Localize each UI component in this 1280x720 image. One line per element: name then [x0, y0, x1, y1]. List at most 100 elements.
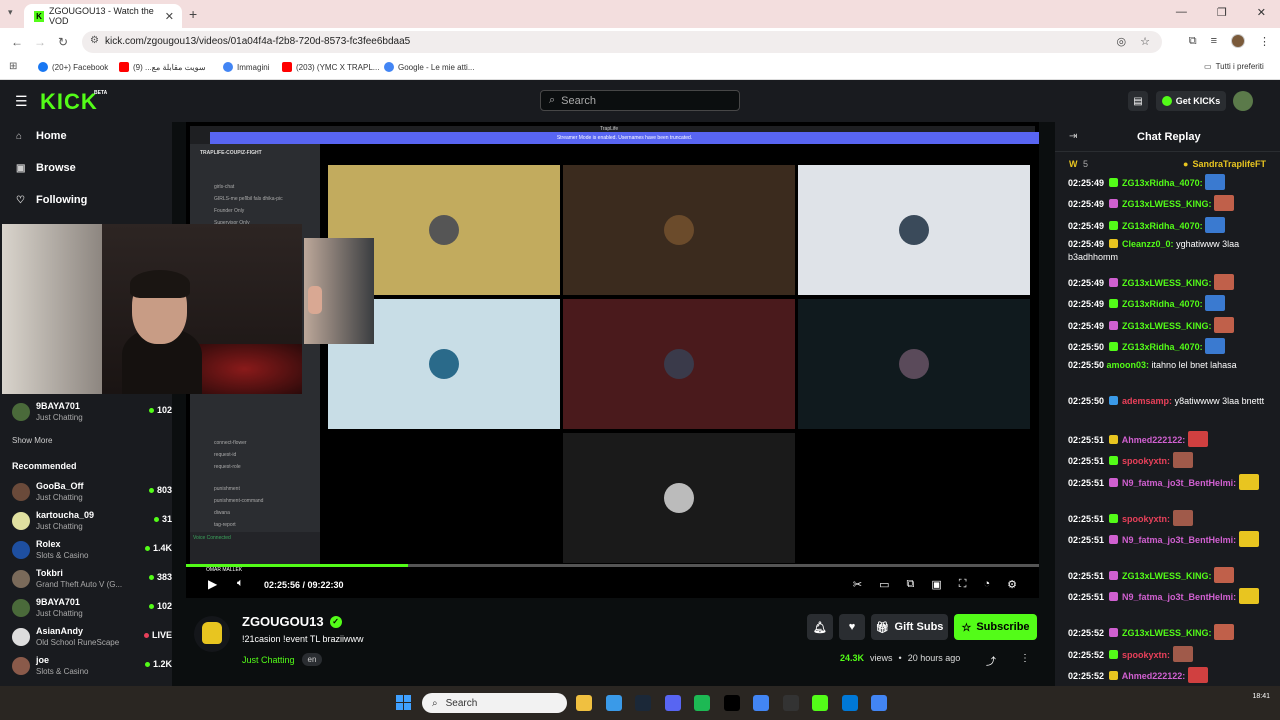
tab-search-icon[interactable]: ▾	[8, 7, 13, 18]
chat-badge-icon	[1108, 571, 1118, 580]
sidebar-channel[interactable]: Tokbri Grand Theft Auto V (G... 383	[12, 567, 172, 593]
close-tab-icon[interactable]: ✕	[165, 10, 174, 23]
chat-emote-icon	[1172, 645, 1193, 662]
chat-username[interactable]: spookyxtn:	[1120, 456, 1173, 466]
participant-video-tile	[798, 433, 1030, 563]
chat-username[interactable]: ademsamp:	[1120, 396, 1175, 406]
taskbar-app-icon[interactable]	[635, 695, 651, 711]
miniplayer-icon[interactable]: ▣	[931, 578, 941, 591]
omnibox[interactable]: ⚙ kick.com/zgougou13/videos/01a04f4a-f2b…	[82, 31, 1162, 53]
minimize-button[interactable]: —	[1176, 6, 1187, 19]
follow-button[interactable]: ♥	[839, 614, 865, 640]
new-tab-button[interactable]: +	[189, 6, 197, 22]
sidebar-channel[interactable]: 9BAYA701 Just Chatting 102	[12, 596, 172, 622]
search-input[interactable]: ⌕ Search	[540, 90, 740, 111]
theater-mode-icon[interactable]: ▭	[879, 578, 889, 591]
chat-username[interactable]: ZG13xLWESS_KING:	[1120, 278, 1215, 288]
taskbar-search[interactable]: ⌕ Search	[422, 693, 567, 713]
bookmark-star-icon[interactable]: ☆	[1140, 35, 1150, 48]
taskbar-app-icon[interactable]	[841, 695, 858, 711]
reload-icon[interactable]: ↻	[58, 35, 68, 49]
pip-icon[interactable]: ⧉	[907, 578, 915, 591]
sidebar-channel[interactable]: kartoucha_09 Just Chatting 31	[12, 509, 172, 535]
chat-username[interactable]: spookyxtn:	[1120, 514, 1173, 524]
windows-start-icon[interactable]	[396, 695, 412, 711]
bookmark-item[interactable]: (20+) Facebook	[38, 62, 108, 72]
show-more-link[interactable]: Show More	[12, 436, 52, 445]
library-icon[interactable]: ▤	[1128, 91, 1148, 111]
nav-following[interactable]: ♡ Following	[16, 194, 87, 206]
bookmark-item[interactable]: Google - Le mie atti...	[384, 62, 474, 72]
chat-username[interactable]: N9_fatma_jo3t_BentHelmi:	[1120, 592, 1239, 602]
taskbar-app-icon[interactable]	[694, 695, 710, 711]
site-info-icon[interactable]: ⚙	[90, 35, 99, 46]
back-icon[interactable]: ←	[11, 35, 23, 49]
chat-username[interactable]: ZG13xRidha_4070:	[1120, 221, 1206, 231]
chat-username[interactable]: ZG13xLWESS_KING:	[1120, 571, 1215, 581]
taskbar-app-icon[interactable]	[576, 695, 592, 711]
notification-bell-button[interactable]: 🔔︎	[807, 614, 833, 640]
chat-username[interactable]: Cleanzz0_0:	[1120, 239, 1177, 249]
share-icon[interactable]: ⤴	[986, 653, 996, 668]
category-link[interactable]: Just Chatting	[242, 655, 295, 665]
chat-username[interactable]: amoon03:	[1107, 360, 1152, 370]
chat-username[interactable]: N9_fatma_jo3t_BentHelmi:	[1120, 535, 1239, 545]
play-icon[interactable]: ▶	[208, 577, 217, 591]
collapse-chat-icon[interactable]: ⇥	[1069, 131, 1077, 142]
chat-username[interactable]: ZG13xLWESS_KING:	[1120, 628, 1215, 638]
close-window-button[interactable]: ✕	[1257, 6, 1266, 19]
chat-username[interactable]: N9_fatma_jo3t_BentHelmi:	[1120, 478, 1239, 488]
taskbar-app-icon[interactable]	[605, 695, 622, 711]
sidebar-channel[interactable]: GooBa_Off Just Chatting 803	[12, 480, 172, 506]
sidebar-channel[interactable]: joe Slots & Casino 1.2K	[12, 654, 172, 680]
subscribe-button[interactable]: ☆ Subscribe	[954, 614, 1037, 640]
sidebar-channel[interactable]: Rolex Slots & Casino 1.4K	[12, 538, 172, 564]
chat-username[interactable]: ZG13xRidha_4070:	[1120, 178, 1206, 188]
chat-username[interactable]: ZG13xRidha_4070:	[1120, 342, 1206, 352]
taskbar-app-icon[interactable]	[753, 695, 769, 711]
sidebar-channel[interactable]: AsianAndy Old School RuneScape LIVE	[12, 625, 172, 651]
user-avatar[interactable]	[1233, 91, 1253, 111]
taskbar-app-icon[interactable]	[871, 695, 887, 711]
kick-logo[interactable]: KICK	[40, 89, 98, 115]
profile-avatar[interactable]	[1231, 34, 1245, 48]
browser-tab[interactable]: K ZGOUGOU13 - Watch the VOD ✕	[24, 4, 182, 28]
chat-username[interactable]: Ahmed222122:	[1120, 671, 1188, 681]
gift-subs-button[interactable]: 🎁︎ Gift Subs	[871, 614, 948, 640]
taskbar-app-icon[interactable]	[664, 695, 681, 711]
bookmark-item[interactable]: Immagini	[223, 62, 269, 72]
chat-username[interactable]: Ahmed222122:	[1120, 435, 1188, 445]
chat-username[interactable]: ZG13xRidha_4070:	[1120, 299, 1206, 309]
language-tag[interactable]: en	[301, 653, 323, 666]
taskbar-app-icon[interactable]	[782, 695, 799, 711]
eye-off-icon[interactable]: ◎	[1117, 35, 1127, 48]
apps-grid-icon[interactable]: ⊞	[9, 61, 17, 72]
streamer-name[interactable]: ZGOUGOU13	[242, 614, 324, 629]
settings-gear-icon[interactable]: ⚙	[1007, 578, 1017, 591]
get-kicks-button[interactable]: Get KICKs	[1156, 91, 1226, 111]
speed-icon[interactable]: ◔	[983, 578, 990, 591]
chat-username[interactable]: ZG13xLWESS_KING:	[1120, 199, 1215, 209]
bookmark-item[interactable]: سويت مقابلة مع... (9)	[119, 62, 206, 72]
nav-home[interactable]: ⌂ Home	[16, 130, 67, 142]
menu-hamburger-icon[interactable]: ☰	[15, 93, 28, 110]
more-options-icon[interactable]: ⋮	[1020, 653, 1030, 664]
forward-icon[interactable]: →	[34, 35, 46, 49]
media-icon[interactable]: ≡	[1211, 35, 1217, 47]
clip-icon[interactable]: ✂	[853, 578, 862, 591]
extensions-icon[interactable]: ⧉	[1189, 35, 1197, 48]
sidebar-channel[interactable]: 9BAYA701 Just Chatting 102	[12, 400, 172, 426]
chat-username[interactable]: ZG13xLWESS_KING:	[1120, 321, 1215, 331]
volume-icon[interactable]: 🔈︎	[237, 577, 244, 590]
bookmark-item[interactable]: (203) (YMC X TRAPL...	[282, 62, 379, 72]
streamer-avatar[interactable]	[194, 616, 230, 652]
taskbar-app-icon[interactable]	[812, 695, 828, 711]
nav-browse[interactable]: ▣ Browse	[16, 162, 76, 174]
menu-kebab-icon[interactable]: ⋮	[1259, 35, 1270, 48]
taskbar-app-icon[interactable]	[723, 695, 740, 711]
maximize-button[interactable]: ❐	[1217, 6, 1227, 19]
fullscreen-icon[interactable]: ⛶	[959, 578, 967, 591]
all-bookmarks[interactable]: ▭ Tutti i preferiti	[1204, 62, 1264, 71]
seek-bar[interactable]	[186, 564, 1039, 567]
chat-username[interactable]: spookyxtn:	[1120, 650, 1173, 660]
